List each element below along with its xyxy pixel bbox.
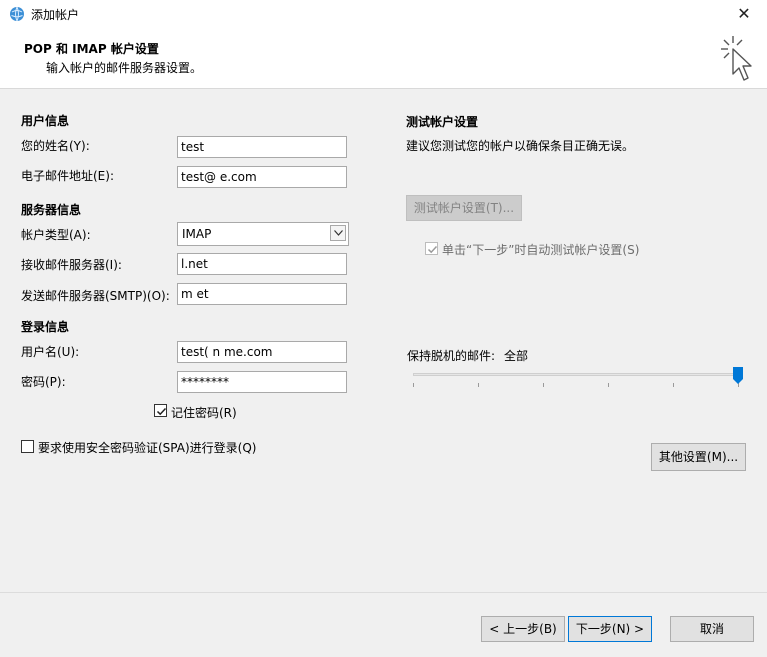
page-subtitle: 输入帐户的邮件服务器设置。 [46,61,203,75]
remember-password-label: 记住密码(R) [171,406,237,420]
test-settings-description: 建议您测试您的帐户以确保条目正确无误。 [406,139,635,153]
footer-divider [0,592,767,593]
password-label: 密码(P): [21,375,66,389]
spa-label: 要求使用安全密码验证(SPA)进行登录(Q) [38,441,257,455]
slider-tick [478,383,479,387]
server-info-heading: 服务器信息 [21,203,82,217]
test-account-button[interactable]: 测试帐户设置(T)... [406,195,522,221]
chevron-down-icon [334,230,343,236]
dropdown-button[interactable] [330,225,346,241]
page-title: POP 和 IMAP 帐户设置 [24,42,159,56]
account-type-select[interactable]: IMAP [177,222,349,246]
next-button[interactable]: 下一步(N) > [568,616,652,642]
email-label: 电子邮件地址(E): [21,169,114,183]
remember-password-checkbox[interactable] [154,404,167,417]
password-input[interactable]: ******** [177,371,347,393]
user-info-heading: 用户信息 [21,114,70,128]
username-input[interactable]: test( n me.com [177,341,347,363]
test-settings-heading: 测试帐户设置 [406,115,479,129]
slider-tick [608,383,609,387]
close-icon: ✕ [737,4,751,23]
close-button[interactable]: ✕ [721,0,767,28]
account-type-value: IMAP [182,227,212,241]
incoming-server-input[interactable]: l.net [177,253,347,275]
slider-tick [673,383,674,387]
header: POP 和 IMAP 帐户设置 输入帐户的邮件服务器设置。 [0,28,767,89]
account-type-label: 帐户类型(A): [21,228,91,242]
back-button[interactable]: < 上一步(B) [481,616,565,642]
login-info-heading: 登录信息 [21,320,70,334]
checkmark-icon [156,407,167,416]
incoming-server-label: 接收邮件服务器(I): [21,258,122,272]
offline-mail-label: 保持脱机的邮件: [407,349,496,363]
title-bar: 添加帐户 ✕ [0,0,767,28]
name-input[interactable]: test [177,136,347,158]
cancel-button[interactable]: 取消 [670,616,754,642]
outgoing-server-label: 发送邮件服务器(SMTP)(O): [21,289,170,303]
offline-mail-slider[interactable] [413,373,739,376]
outgoing-server-input[interactable]: m et [177,283,347,305]
checkmark-icon [427,245,438,254]
globe-mail-icon [10,6,24,22]
auto-test-label: 单击“下一步”时自动测试帐户设置(S) [442,243,640,257]
spa-checkbox[interactable] [21,440,34,453]
email-input[interactable]: test@ e.com [177,166,347,188]
cursor-click-icon [721,36,752,81]
slider-tick [413,383,414,387]
name-label: 您的姓名(Y): [21,139,90,153]
slider-thumb[interactable] [733,367,743,384]
slider-tick [543,383,544,387]
username-label: 用户名(U): [21,345,80,359]
offline-mail-value: 全部 [504,349,529,363]
window-title: 添加帐户 [31,8,80,22]
auto-test-checkbox[interactable] [425,242,438,255]
more-settings-button[interactable]: 其他设置(M)... [651,443,746,471]
